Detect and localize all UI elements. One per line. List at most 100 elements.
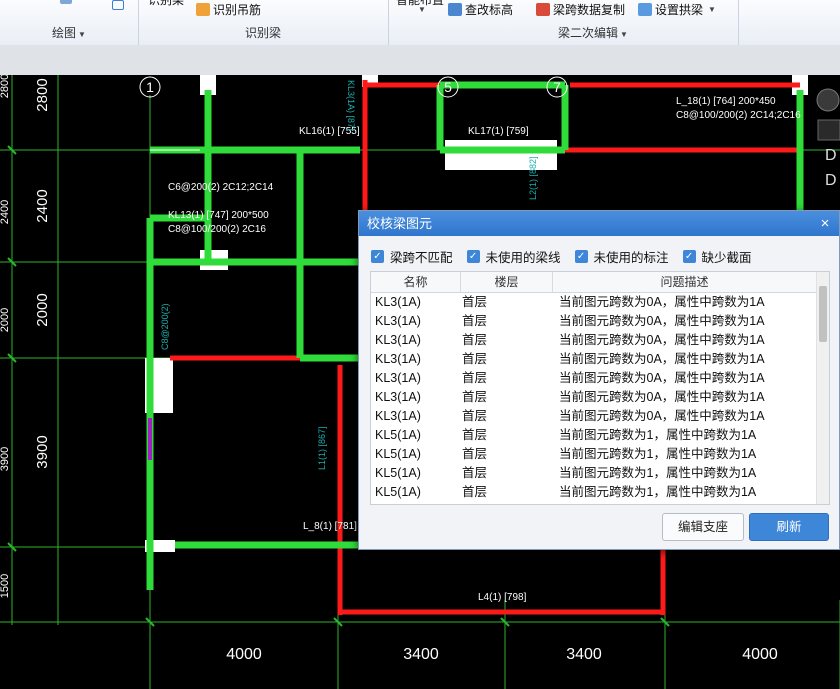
cell-name: KL3(1A)	[375, 295, 421, 309]
cell-name: KL5(1A)	[375, 485, 421, 499]
table-row[interactable]: KL3(1A) 首层 当前图元跨数为0A，属性中跨数为1A	[371, 350, 829, 369]
check-elevation-button[interactable]: 查改标高	[448, 1, 513, 18]
checkbox-checked-icon[interactable]: ✓	[466, 250, 480, 263]
cell-floor: 首层	[462, 295, 488, 309]
ribbon-toolbar: 绘图 ▼ 识别梁 识别吊筋 识别梁 智能布置 ▼ 查改标高 梁跨数据复制 设置拱梁…	[0, 0, 840, 46]
refresh-button[interactable]: 刷新	[749, 513, 829, 541]
dialog-titlebar[interactable]: 校核梁图元 ×	[359, 211, 839, 236]
view-d2-icon[interactable]: D	[825, 172, 837, 189]
column-floor[interactable]: 楼层	[461, 272, 553, 292]
draw-group-label[interactable]: 绘图 ▼	[0, 24, 138, 41]
filter-span-mismatch-label: 梁跨不匹配	[390, 251, 453, 265]
recognize-beam-group-label: 识别梁	[244, 26, 281, 40]
ribbon-group-smart: 智能布置 ▼	[388, 0, 448, 45]
table-row[interactable]: KL3(1A) 首层 当前图元跨数为0A，属性中跨数为1A	[371, 331, 829, 350]
chevron-down-icon: ▼	[620, 30, 628, 39]
rect-tool-button[interactable]	[112, 0, 124, 10]
chevron-down-icon: ▼	[708, 5, 716, 14]
filter-missing-section-label: 缺少截面	[701, 251, 752, 265]
filter-unused-annotation[interactable]: ✓ 未使用的标注	[574, 247, 669, 266]
cell-name: KL3(1A)	[375, 352, 421, 366]
table-row[interactable]: KL5(1A) 首层 当前图元跨数为1，属性中跨数为1A	[371, 426, 829, 445]
view-d-icon[interactable]: D	[825, 147, 837, 164]
dim-left-3900: 3900	[34, 435, 51, 468]
table-header: 名称 楼层 问题描述	[371, 272, 829, 293]
cube-face-icon[interactable]	[817, 119, 840, 141]
dim-outer-2400: 2400	[0, 200, 11, 224]
axis-bubble-5: 5	[444, 79, 452, 95]
cell-floor: 首层	[462, 485, 488, 499]
cell-floor: 首层	[462, 333, 488, 347]
cell-name: KL3(1A)	[375, 390, 421, 404]
ribbon-group-beam-edit: 查改标高 梁跨数据复制 设置拱梁 ▼ 梁二次编辑 ▼	[448, 0, 739, 45]
table-row[interactable]: KL5(1A) 首层 当前图元跨数为1，属性中跨数为1A	[371, 464, 829, 483]
cell-name: KL5(1A)	[375, 428, 421, 442]
dim-bottom-4000-b: 4000	[742, 646, 778, 663]
axis-bubble-7: 7	[553, 79, 561, 95]
table-scrollbar[interactable]	[816, 272, 829, 504]
label-stirrup: C6@200(2) 2C12;2C14	[168, 182, 274, 193]
label-l4: L4(1) [798]	[478, 592, 527, 603]
table-body: KL3(1A) 首层 当前图元跨数为0A，属性中跨数为1A KL3(1A) 首层 当前图元…	[371, 293, 829, 502]
cell-description: 当前图元跨数为1，属性中跨数为1A	[559, 447, 757, 461]
check-beam-dialog: 校核梁图元 × ✓ 梁跨不匹配 ✓ 未使用的梁线 ✓ 未使用的标注 ✓ 缺少截面 名称 …	[358, 210, 840, 550]
recognize-beam-button[interactable]: 识别梁	[148, 0, 184, 8]
close-icon[interactable]: ×	[817, 211, 833, 236]
smart-place-dropdown[interactable]: ▼	[416, 5, 426, 14]
filter-unused-annotation-label: 未使用的标注	[593, 251, 669, 265]
cell-floor: 首层	[462, 428, 488, 442]
cell-description: 当前图元跨数为1，属性中跨数为1A	[559, 428, 757, 442]
recognize-hanger-label: 识别吊筋	[213, 3, 262, 17]
cell-description: 当前图元跨数为1，属性中跨数为1A	[559, 466, 757, 480]
span-copy-button[interactable]: 梁跨数据复制	[536, 1, 625, 18]
cell-name: KL3(1A)	[375, 333, 421, 347]
dim-outer-2000: 2000	[0, 308, 11, 332]
cell-floor: 首层	[462, 466, 488, 480]
draw-tool-button[interactable]	[60, 0, 72, 4]
filter-missing-section[interactable]: ✓ 缺少截面	[682, 247, 752, 266]
table-row[interactable]: KL3(1A) 首层 当前图元跨数为0A，属性中跨数为1A	[371, 312, 829, 331]
axis-bubble-1: 1	[146, 79, 154, 95]
table-row[interactable]: KL5(1A) 首层 当前图元跨数为1，属性中跨数为1A	[371, 483, 829, 502]
label-kl17: KL17(1) [759]	[468, 126, 529, 137]
filter-unused-beam-line[interactable]: ✓ 未使用的梁线	[466, 247, 561, 266]
dialog-title: 校核梁图元	[367, 216, 433, 231]
label-kl3: KL3(1A) [87]	[346, 80, 356, 131]
dim-outer-3900: 3900	[0, 447, 11, 471]
cell-name: KL5(1A)	[375, 447, 421, 461]
filter-span-mismatch[interactable]: ✓ 梁跨不匹配	[371, 247, 453, 266]
tab-strip	[0, 45, 840, 76]
filter-unused-beam-line-label: 未使用的梁线	[485, 251, 561, 265]
checkbox-checked-icon[interactable]: ✓	[574, 250, 588, 263]
edit-support-button[interactable]: 编辑支座	[662, 513, 744, 541]
table-row[interactable]: KL3(1A) 首层 当前图元跨数为0A，属性中跨数为1A	[371, 293, 829, 312]
cell-floor: 首层	[462, 447, 488, 461]
dim-bottom-3400-a: 3400	[403, 646, 439, 663]
checkbox-checked-icon[interactable]: ✓	[682, 250, 696, 263]
recognize-hanger-button[interactable]: 识别吊筋	[196, 1, 261, 18]
dim-left-2000: 2000	[34, 293, 51, 326]
table-row[interactable]: KL3(1A) 首层 当前图元跨数为0A，属性中跨数为1A	[371, 369, 829, 388]
table-row[interactable]: KL3(1A) 首层 当前图元跨数为0A，属性中跨数为1A	[371, 407, 829, 426]
orbit-icon[interactable]	[816, 88, 840, 112]
check-elevation-label: 查改标高	[465, 3, 514, 17]
cell-description: 当前图元跨数为0A，属性中跨数为1A	[559, 409, 765, 423]
chevron-down-icon: ▼	[418, 5, 426, 14]
cell-floor: 首层	[462, 390, 488, 404]
set-arch-beam-button[interactable]: 设置拱梁 ▼	[638, 1, 716, 18]
label-l18: L_18(1) [764] 200*450	[676, 96, 776, 107]
checkbox-checked-icon[interactable]: ✓	[371, 250, 384, 263]
cell-floor: 首层	[462, 409, 488, 423]
ribbon-group-draw: 绘图 ▼	[0, 0, 139, 45]
column-description[interactable]: 问题描述	[553, 272, 817, 292]
table-row[interactable]: KL3(1A) 首层 当前图元跨数为0A，属性中跨数为1A	[371, 388, 829, 407]
scrollbar-thumb[interactable]	[819, 286, 827, 342]
label-kl13-rebar: C8@100/200(2) 2C16	[168, 224, 266, 235]
draw-icon	[60, 0, 72, 4]
beam-edit-group-label[interactable]: 梁二次编辑 ▼	[448, 24, 738, 41]
rectangle-icon	[112, 0, 124, 10]
table-row[interactable]: KL5(1A) 首层 当前图元跨数为1，属性中跨数为1A	[371, 445, 829, 464]
dim-left-2800: 2800	[34, 78, 51, 111]
cell-description: 当前图元跨数为0A，属性中跨数为1A	[559, 390, 765, 404]
column-name[interactable]: 名称	[371, 272, 461, 292]
